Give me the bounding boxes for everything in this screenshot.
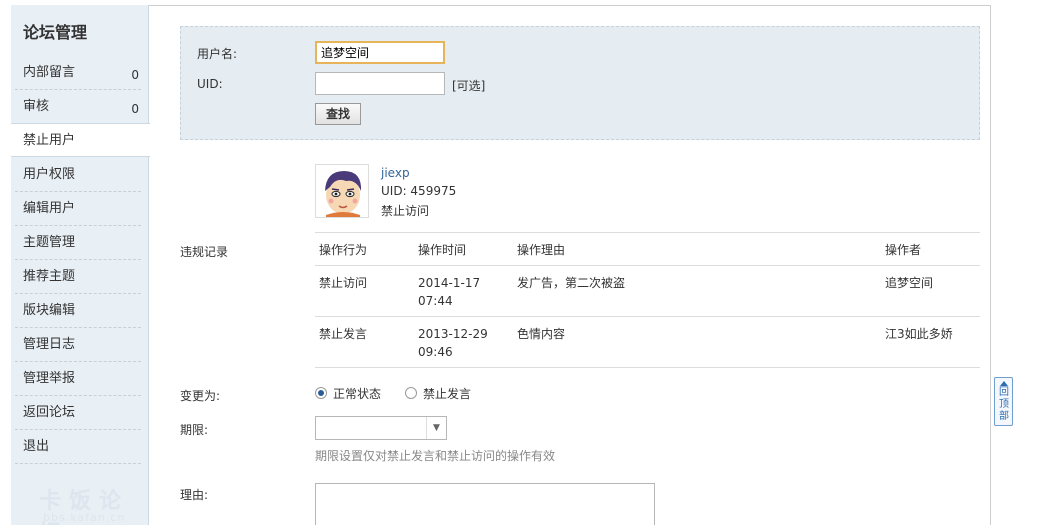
sidebar-item-user-permissions[interactable]: 用户权限: [11, 158, 149, 192]
sidebar-item-label: 推荐主题: [23, 269, 76, 284]
record-date: 2014-1-17: [418, 276, 481, 290]
uid-label: UID:: [197, 77, 223, 91]
count-badge: 0: [131, 102, 139, 116]
divider: [315, 232, 980, 233]
record-time: 09:46: [418, 345, 453, 359]
sidebar-item-thread-management[interactable]: 主题管理: [11, 226, 149, 260]
back-to-top-button[interactable]: 回顶部: [994, 377, 1013, 426]
count-badge: 0: [131, 68, 139, 82]
period-hint: 期限设置仅对禁止发言和禁止访问的操作有效: [315, 449, 556, 463]
search-button[interactable]: 查找: [315, 103, 361, 125]
sidebar-item-label: 退出: [23, 439, 50, 454]
record-action: 禁止访问: [319, 276, 368, 290]
period-select[interactable]: ▼: [315, 416, 447, 440]
sidebar-item-logout[interactable]: 退出: [11, 430, 149, 464]
record-time: 07:44: [418, 294, 453, 308]
record-date: 2013-12-29: [418, 327, 488, 341]
period-label: 期限:: [180, 423, 209, 437]
sidebar-title: 论坛管理: [23, 23, 88, 42]
column-header-action: 操作行为: [319, 243, 368, 257]
column-header-time: 操作时间: [418, 243, 467, 257]
search-panel: [180, 26, 980, 140]
back-to-top-label: 回顶部: [999, 387, 1009, 422]
sidebar-item-recommend-threads[interactable]: 推荐主题: [11, 260, 149, 294]
user-uid: UID: 459975: [381, 184, 457, 198]
chevron-down-icon: ▼: [426, 417, 446, 439]
uid-input[interactable]: [315, 72, 445, 95]
reason-textarea[interactable]: [315, 483, 655, 525]
radio-ban-post[interactable]: [405, 387, 417, 399]
sidebar-item-messages[interactable]: 内部留言 0: [11, 56, 149, 90]
uid-hint: [可选]: [452, 79, 486, 93]
sidebar-item-back-to-forum[interactable]: 返回论坛: [11, 396, 149, 430]
sidebar-item-reports[interactable]: 管理举报: [11, 362, 149, 396]
radio-ban-post-label[interactable]: 禁止发言: [423, 385, 471, 402]
records-section-label: 违规记录: [180, 245, 229, 259]
divider: [315, 265, 980, 266]
radio-normal-label[interactable]: 正常状态: [333, 385, 381, 402]
sidebar-item-forum-edit[interactable]: 版块编辑: [11, 294, 149, 328]
column-header-operator: 操作者: [885, 243, 922, 257]
sidebar-item-edit-user[interactable]: 编辑用户: [11, 192, 149, 226]
sidebar-item-label: 版块编辑: [23, 303, 76, 318]
username-link[interactable]: jiexp: [381, 166, 410, 180]
sidebar-item-label: 主题管理: [23, 235, 76, 250]
avatar-image: [316, 165, 368, 217]
record-reason: 色情内容: [517, 327, 566, 341]
record-action: 禁止发言: [319, 327, 368, 341]
record-reason: 发广告，第二次被盗: [517, 276, 626, 290]
sidebar-item-label: 内部留言: [23, 65, 76, 80]
watermark-url: bbs.kafan.cn: [43, 511, 126, 524]
sidebar-item-admin-log[interactable]: 管理日志: [11, 328, 149, 362]
avatar: [315, 164, 369, 218]
sidebar-item-ban-user[interactable]: 禁止用户: [11, 123, 150, 157]
sidebar-item-label: 审核: [23, 99, 50, 114]
sidebar-item-label: 用户权限: [23, 167, 76, 182]
user-status: 禁止访问: [381, 204, 430, 218]
reason-label: 理由:: [180, 488, 209, 502]
sidebar-item-label: 管理举报: [23, 371, 76, 386]
sidebar-item-moderation[interactable]: 审核 0: [11, 90, 149, 124]
record-operator-link[interactable]: 追梦空间: [885, 274, 933, 292]
sidebar-item-label: 管理日志: [23, 337, 76, 352]
sidebar-item-label: 禁止用户: [23, 133, 76, 148]
record-operator-link[interactable]: 江3如此多娇: [885, 325, 953, 343]
sidebar-item-label: 编辑用户: [23, 201, 76, 216]
change-to-label: 变更为:: [180, 389, 221, 403]
sidebar-item-label: 返回论坛: [23, 405, 76, 420]
column-header-reason: 操作理由: [517, 243, 566, 257]
sidebar: 论坛管理 内部留言 0 审核 0 禁止用户 用户权限 编辑用户 主题管理 推荐主…: [11, 5, 150, 525]
arrow-up-icon: [1000, 381, 1008, 386]
radio-normal-status[interactable]: [315, 387, 327, 399]
divider: [315, 316, 980, 317]
username-input[interactable]: [315, 41, 445, 64]
username-label: 用户名:: [197, 47, 238, 61]
divider: [315, 367, 980, 368]
